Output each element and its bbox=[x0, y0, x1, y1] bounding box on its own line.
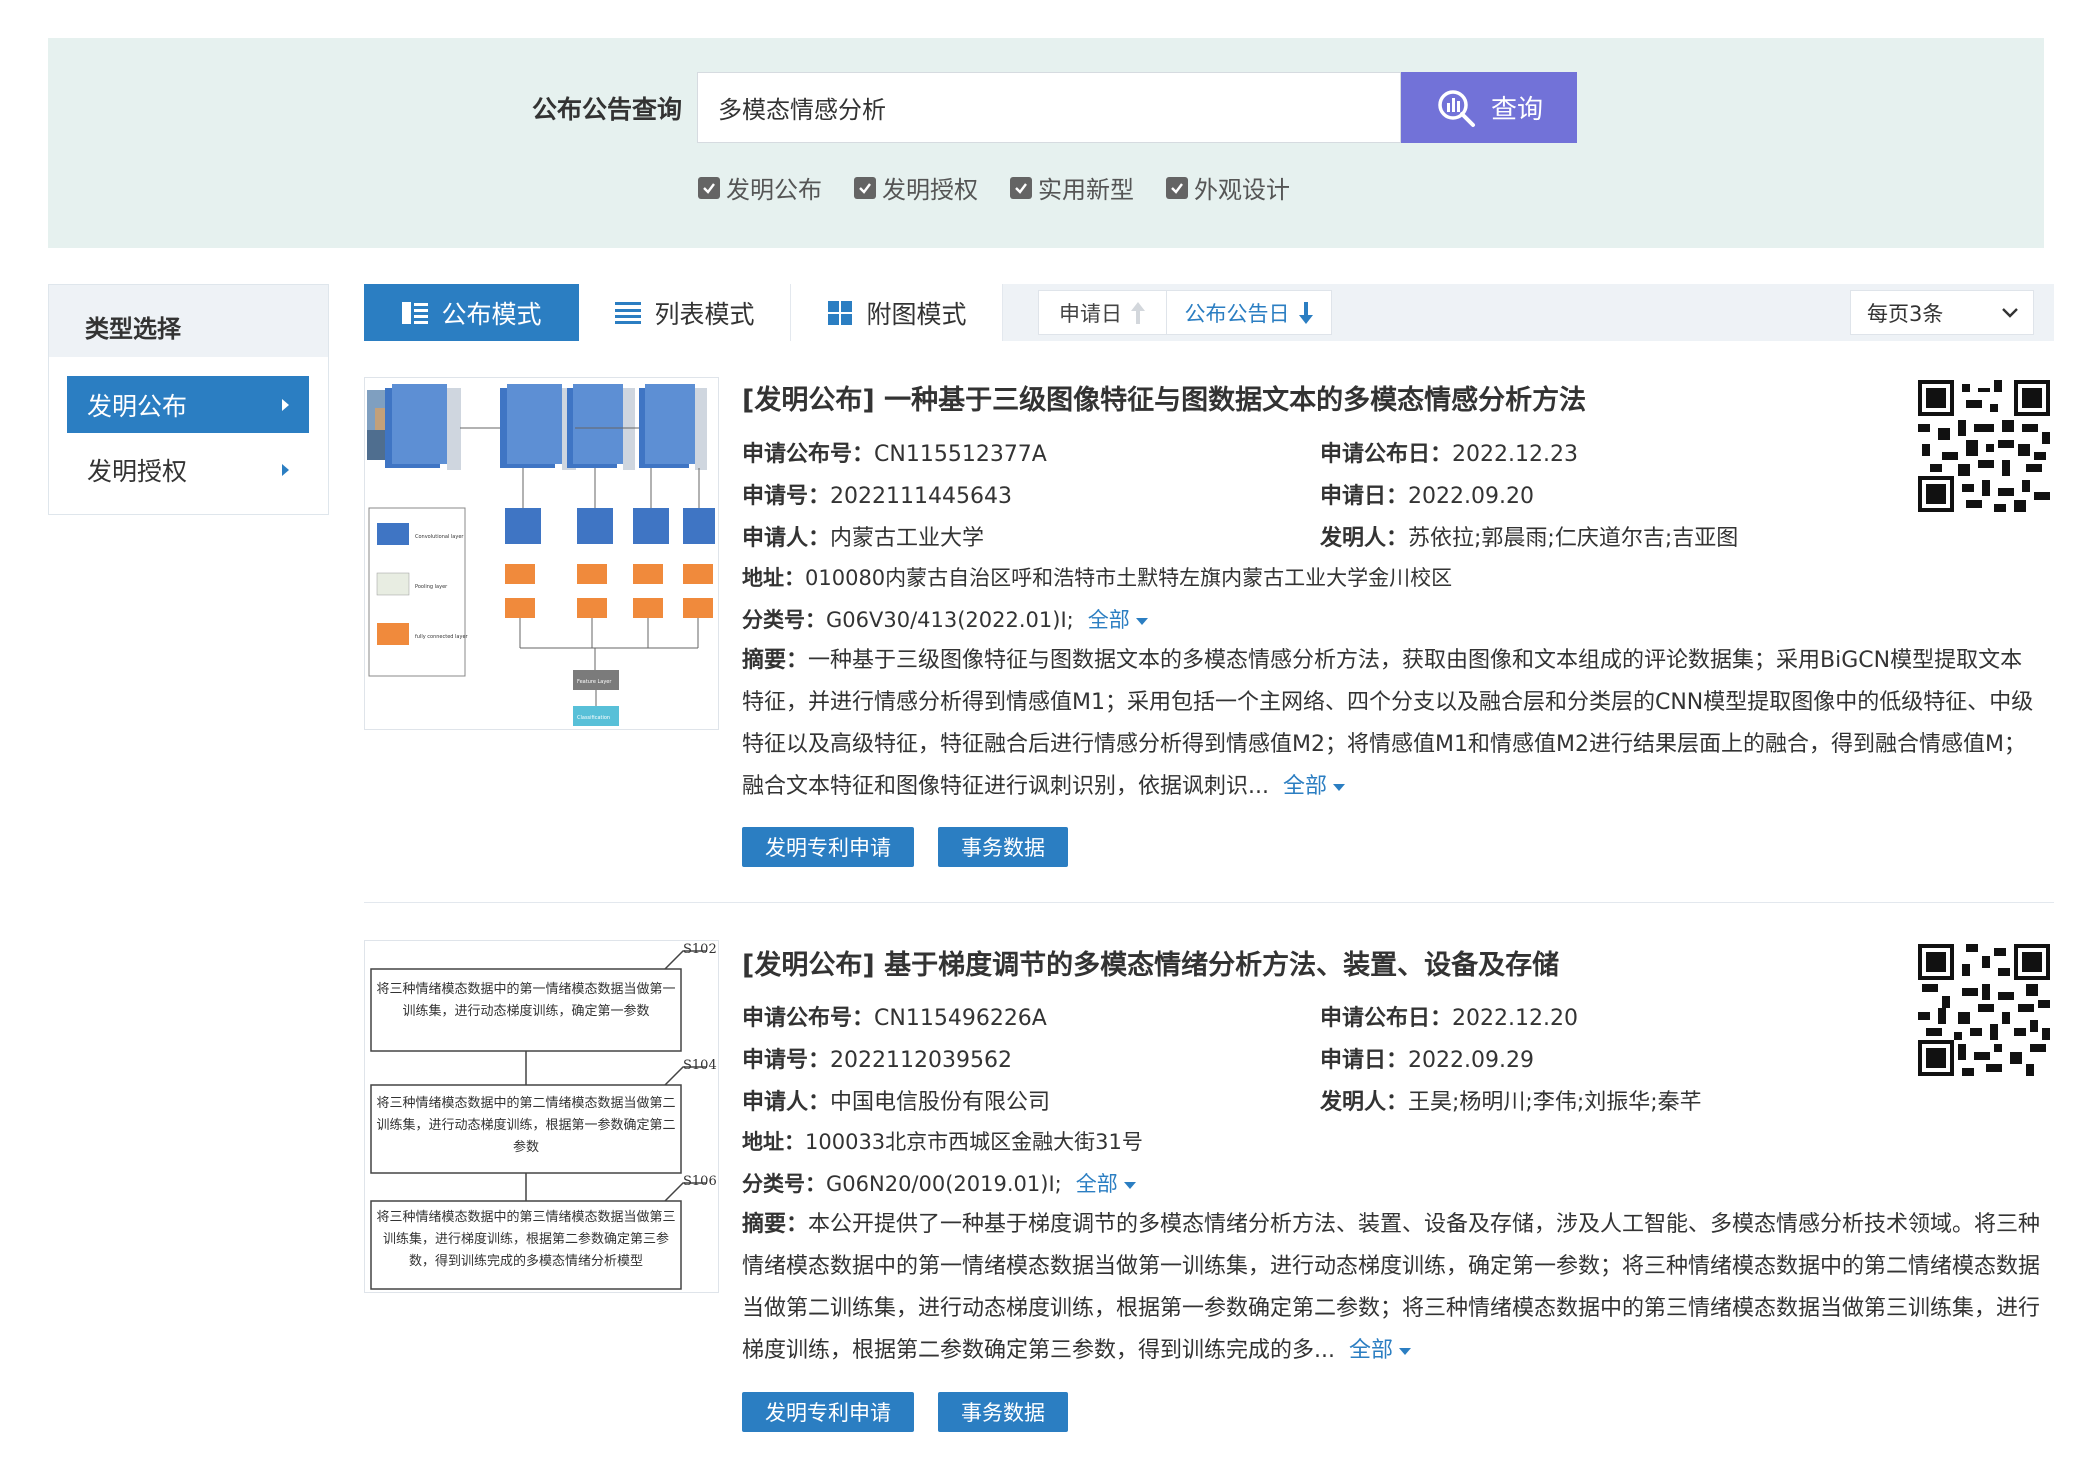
legend-label: fully connected layer bbox=[415, 634, 469, 640]
filter-label: 外观设计 bbox=[1194, 176, 1290, 204]
result-pub-no: 申请公布号：CN115512377A bbox=[742, 442, 1047, 467]
sort-label: 公布公告日 bbox=[1184, 301, 1290, 326]
sidebar-item-invention-grant[interactable]: 发明授权 bbox=[67, 441, 309, 498]
per-page-value: 每页3条 bbox=[1867, 301, 1944, 326]
checkbox-icon[interactable] bbox=[1010, 176, 1032, 199]
result-app-date: 申请日：2022.09.20 bbox=[1320, 484, 1534, 509]
caret-down-icon bbox=[1135, 617, 1148, 625]
invention-application-button[interactable]: 发明专利申请 bbox=[742, 827, 914, 867]
checkbox-icon[interactable] bbox=[698, 176, 720, 199]
tab-list-mode[interactable]: 列表模式 bbox=[579, 284, 791, 341]
tab-label: 列表模式 bbox=[654, 299, 755, 329]
result-app-no: 申请号：2022112039562 bbox=[742, 1048, 1012, 1073]
qr-code-icon bbox=[1918, 380, 2050, 512]
result-title[interactable]: [发明公布] 基于梯度调节的多模态情绪分析方法、装置、设备及存储 bbox=[742, 943, 1559, 982]
chevron-right-icon bbox=[282, 463, 289, 476]
filter-label: 实用新型 bbox=[1038, 176, 1134, 204]
result-class: 分类号：G06N20/00(2019.01)I; 全部 bbox=[742, 1168, 1136, 1198]
abstract-all-link[interactable]: 全部 bbox=[1349, 1338, 1411, 1363]
result-address: 地址：010080内蒙古自治区呼和浩特市土默特左旗内蒙古工业大学金川校区 bbox=[742, 566, 1453, 590]
flowchart-figure: S102 S104 S106 将三种情绪模态数据中的第一情绪模态数据当做第一训练… bbox=[365, 941, 718, 1292]
search-label: 公布公告查询 bbox=[532, 95, 683, 124]
abstract-all-link[interactable]: 全部 bbox=[1283, 774, 1345, 799]
legend-label: Pooling layer bbox=[415, 584, 448, 590]
filter-utility-model[interactable]: 实用新型 bbox=[1010, 170, 1134, 205]
search-button[interactable]: 查询 bbox=[1401, 72, 1577, 143]
network-diagram-figure: Convolutional layer Pooling layer fully … bbox=[365, 378, 718, 729]
result-address: 地址：100033北京市西城区金融大街31号 bbox=[742, 1130, 1143, 1154]
result-applicant: 申请人：内蒙古工业大学 bbox=[742, 526, 985, 551]
result-inventor: 发明人：苏依拉;郭晨雨;仁庆道尔吉;吉亚图 bbox=[1320, 526, 1739, 551]
sidebar-title: 类型选择 bbox=[49, 285, 328, 357]
class-all-link[interactable]: 全部 bbox=[1076, 1172, 1136, 1196]
caret-down-icon bbox=[1399, 1347, 1411, 1355]
type-sidebar: 类型选择 发明公布 发明授权 bbox=[48, 284, 329, 515]
flow-step-tag: S106 bbox=[683, 1174, 717, 1189]
result-figure[interactable]: Convolutional layer Pooling layer fully … bbox=[364, 377, 719, 730]
result-inventor: 发明人：王昊;杨明川;李伟;刘振华;秦芊 bbox=[1320, 1090, 1702, 1115]
qr-code-icon bbox=[1918, 944, 2050, 1076]
sort-pub-date-button[interactable]: 公布公告日 bbox=[1167, 291, 1331, 334]
per-page-select[interactable]: 每页3条 bbox=[1850, 290, 2034, 335]
publish-mode-icon bbox=[402, 301, 429, 324]
tab-publish-mode[interactable]: 公布模式 bbox=[364, 284, 579, 341]
checkbox-icon[interactable] bbox=[1166, 176, 1188, 199]
chevron-down-icon bbox=[2002, 307, 2018, 318]
filter-invention-grant[interactable]: 发明授权 bbox=[854, 170, 978, 205]
result-applicant: 申请人：中国电信股份有限公司 bbox=[742, 1090, 1051, 1115]
result-pub-date: 申请公布日：2022.12.20 bbox=[1320, 1006, 1578, 1031]
filter-label: 发明授权 bbox=[882, 176, 978, 204]
filter-invention-publication[interactable]: 发明公布 bbox=[698, 170, 822, 205]
result-title[interactable]: [发明公布] 一种基于三级图像特征与图数据文本的多模态情感分析方法 bbox=[742, 378, 1586, 417]
flow-step-tag: S102 bbox=[683, 942, 717, 957]
invention-application-button[interactable]: 发明专利申请 bbox=[742, 1392, 914, 1432]
filter-label: 发明公布 bbox=[726, 176, 822, 204]
arrow-up-icon bbox=[1131, 301, 1145, 324]
result-figure[interactable]: S102 S104 S106 将三种情绪模态数据中的第一情绪模态数据当做第一训练… bbox=[364, 940, 719, 1293]
figure-classification: Classification bbox=[577, 715, 610, 721]
filter-design[interactable]: 外观设计 bbox=[1166, 170, 1290, 205]
flow-step-text: 将三种情绪模态数据中的第二情绪模态数据当做第二训练集，进行动态梯度训练，根据第一… bbox=[376, 1096, 676, 1155]
result-class: 分类号：G06V30/413(2022.01)I; 全部 bbox=[742, 604, 1148, 634]
result-pub-no: 申请公布号：CN115496226A bbox=[742, 1006, 1047, 1031]
result-abstract: 摘要：本公开提供了一种基于梯度调节的多模态情绪分析方法、装置、设备及存储，涉及人… bbox=[742, 1212, 2041, 1363]
search-chart-icon bbox=[1438, 89, 1475, 127]
tab-label: 附图模式 bbox=[866, 299, 967, 329]
class-all-link[interactable]: 全部 bbox=[1088, 608, 1148, 632]
result-app-date: 申请日：2022.09.29 bbox=[1320, 1048, 1534, 1073]
sidebar-item-invention-publication[interactable]: 发明公布 bbox=[67, 376, 309, 433]
filter-row: 发明公布 发明授权 实用新型 外观设计 bbox=[698, 170, 1290, 205]
search-panel bbox=[48, 38, 2044, 248]
arrow-down-icon bbox=[1298, 301, 1313, 324]
grid-mode-icon bbox=[828, 300, 853, 325]
tab-label: 公布模式 bbox=[441, 299, 542, 329]
flow-step-text: 将三种情绪模态数据中的第一情绪模态数据当做第一训练集，进行动态梯度训练，确定第一… bbox=[376, 982, 676, 1019]
chevron-right-icon bbox=[282, 398, 289, 411]
checkbox-icon[interactable] bbox=[854, 176, 876, 199]
sort-apply-date-button[interactable]: 申请日 bbox=[1039, 291, 1167, 334]
affairs-data-button[interactable]: 事务数据 bbox=[938, 1392, 1068, 1432]
affairs-data-button[interactable]: 事务数据 bbox=[938, 827, 1068, 867]
sidebar-item-label: 发明授权 bbox=[87, 456, 188, 486]
result-app-no: 申请号：2022111445643 bbox=[742, 484, 1012, 509]
legend-label: Convolutional layer bbox=[415, 534, 464, 540]
flow-step-text: 将三种情绪模态数据中的第三情绪模态数据当做第三训练集，进行梯度训练，根据第二参数… bbox=[376, 1210, 676, 1269]
list-mode-icon bbox=[615, 301, 642, 324]
caret-down-icon bbox=[1333, 783, 1345, 791]
caret-down-icon bbox=[1123, 1181, 1136, 1189]
sidebar-item-label: 发明公布 bbox=[87, 391, 188, 421]
tab-figure-mode[interactable]: 附图模式 bbox=[791, 284, 1003, 341]
search-button-label: 查询 bbox=[1490, 95, 1543, 125]
figure-feature-layer: Feature Layer bbox=[577, 679, 612, 685]
result-divider bbox=[364, 902, 2054, 903]
result-pub-date: 申请公布日：2022.12.23 bbox=[1320, 442, 1578, 467]
results-toolbar: 公布模式 列表模式 附图模式 申请日 公布公告日 每页3条 bbox=[364, 284, 2054, 341]
sort-label: 申请日 bbox=[1059, 301, 1122, 326]
flow-step-tag: S104 bbox=[683, 1058, 717, 1073]
search-input[interactable] bbox=[697, 72, 1401, 143]
result-abstract: 摘要：一种基于三级图像特征与图数据文本的多模态情感分析方法，获取由图像和文本组成… bbox=[742, 648, 2034, 799]
sort-box: 申请日 公布公告日 bbox=[1038, 290, 1332, 335]
